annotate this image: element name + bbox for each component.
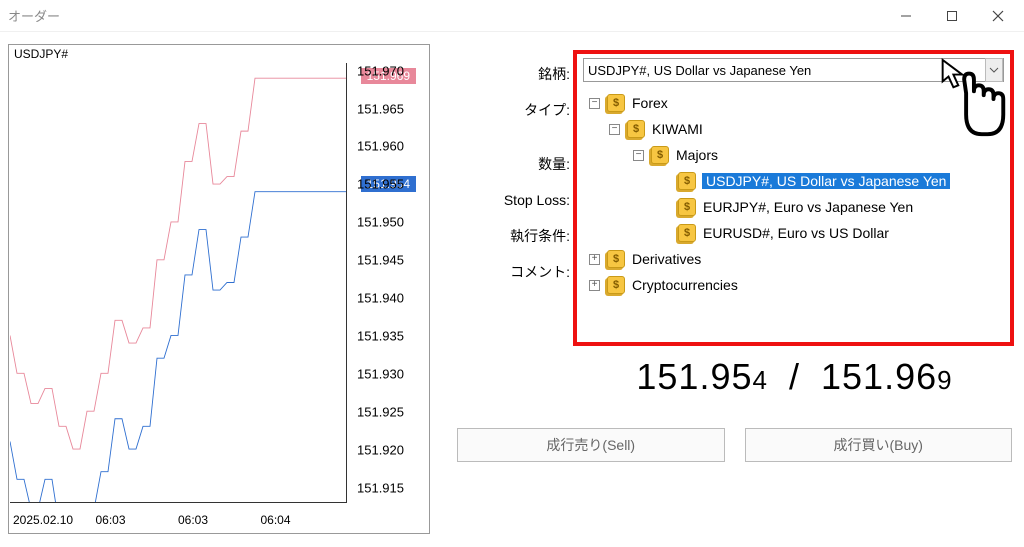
- label-exec: 執行条件:: [510, 224, 570, 248]
- maximize-button[interactable]: [934, 2, 970, 30]
- label-comment: コメント:: [510, 260, 570, 284]
- tree-node-forex[interactable]: − $ Forex: [589, 90, 1002, 116]
- tree-label: Derivatives: [631, 251, 702, 267]
- tree-item-eurjpy[interactable]: $ EURJPY#, Euro vs Japanese Yen: [589, 194, 1002, 220]
- folder-icon: $: [607, 250, 625, 268]
- tree-item-usdjpy[interactable]: $ USDJPY#, US Dollar vs Japanese Yen: [589, 168, 1002, 194]
- y-tick: 151.965: [357, 101, 404, 116]
- tree-label: Majors: [675, 147, 719, 163]
- tree-node-majors[interactable]: − $ Majors: [589, 142, 1002, 168]
- window-title: オーダー: [8, 6, 888, 25]
- folder-icon: $: [607, 94, 625, 112]
- symbol-select[interactable]: USDJPY#, US Dollar vs Japanese Yen: [583, 58, 1004, 82]
- label-volume: 数量:: [538, 152, 570, 176]
- close-button[interactable]: [980, 2, 1016, 30]
- tree-label: USDJPY#, US Dollar vs Japanese Yen: [702, 173, 950, 189]
- folder-icon: $: [651, 146, 669, 164]
- buy-button[interactable]: 成行買い(Buy): [745, 428, 1013, 462]
- chart-title: USDJPY#: [14, 47, 68, 61]
- y-axis: 151.970 151.965 151.960 151.955 151.950 151.9…: [349, 63, 429, 503]
- bid-main: 151.95: [636, 356, 752, 397]
- y-tick: 151.915: [357, 480, 404, 495]
- symbol-icon: $: [678, 198, 696, 216]
- collapse-icon[interactable]: −: [609, 124, 620, 135]
- bid-last: 4: [753, 365, 768, 395]
- price-quote: 151.954 / 151.969: [585, 356, 1004, 398]
- collapse-icon[interactable]: −: [633, 150, 644, 161]
- symbol-icon: $: [678, 172, 696, 190]
- tree-label: EURUSD#, Euro vs US Dollar: [702, 225, 890, 241]
- x-tick: 06:03: [178, 513, 261, 527]
- x-tick: 06:04: [261, 513, 344, 527]
- y-tick: 151.960: [357, 139, 404, 154]
- chevron-down-icon[interactable]: [985, 58, 1003, 82]
- tree-node-kiwami[interactable]: − $ KIWAMI: [589, 116, 1002, 142]
- y-tick: 151.930: [357, 367, 404, 382]
- y-tick: 151.945: [357, 253, 404, 268]
- label-stoploss: Stop Loss:: [504, 188, 570, 212]
- y-tick: 151.925: [357, 404, 404, 419]
- expand-icon[interactable]: +: [589, 280, 600, 291]
- x-tick: 2025.02.10: [13, 513, 96, 527]
- ask-main: 151.96: [821, 356, 937, 397]
- tree-label: Cryptocurrencies: [631, 277, 739, 293]
- collapse-icon[interactable]: −: [589, 98, 600, 109]
- chart-frame: USDJPY# 151.969 151.954 151.970151.96515…: [8, 44, 430, 534]
- chart-plot: 151.969 151.954: [10, 63, 347, 503]
- symbol-dropdown-panel: USDJPY#, US Dollar vs Japanese Yen − $ F…: [573, 50, 1014, 346]
- tree-label: EURJPY#, Euro vs Japanese Yen: [702, 199, 914, 215]
- symbol-select-text: USDJPY#, US Dollar vs Japanese Yen: [588, 63, 811, 78]
- folder-icon: $: [607, 276, 625, 294]
- tree-item-eurusd[interactable]: $ EURUSD#, Euro vs US Dollar: [589, 220, 1002, 246]
- price-separator: /: [789, 356, 800, 397]
- y-tick: 151.950: [357, 215, 404, 230]
- y-tick: 151.920: [357, 442, 404, 457]
- ask-last: 9: [937, 365, 952, 395]
- expand-icon[interactable]: +: [589, 254, 600, 265]
- folder-icon: $: [627, 120, 645, 138]
- label-symbol: 銘柄:: [538, 62, 570, 86]
- symbol-tree: − $ Forex − $ KIWAMI − $ Majors $ USDJPY…: [577, 82, 1010, 306]
- y-tick: 151.970: [357, 63, 404, 78]
- label-type: タイプ:: [524, 98, 570, 122]
- y-tick: 151.940: [357, 291, 404, 306]
- tree-label: KIWAMI: [651, 121, 704, 137]
- y-tick: 151.935: [357, 329, 404, 344]
- symbol-icon: $: [678, 224, 696, 242]
- tree-node-derivatives[interactable]: + $ Derivatives: [589, 246, 1002, 272]
- sell-button[interactable]: 成行売り(Sell): [457, 428, 725, 462]
- tree-node-crypto[interactable]: + $ Cryptocurrencies: [589, 272, 1002, 298]
- y-tick: 151.955: [357, 177, 404, 192]
- tree-label: Forex: [631, 95, 669, 111]
- minimize-button[interactable]: [888, 2, 924, 30]
- x-axis: 2025.02.1006:0306:0306:04: [9, 513, 347, 527]
- x-tick: 06:03: [96, 513, 179, 527]
